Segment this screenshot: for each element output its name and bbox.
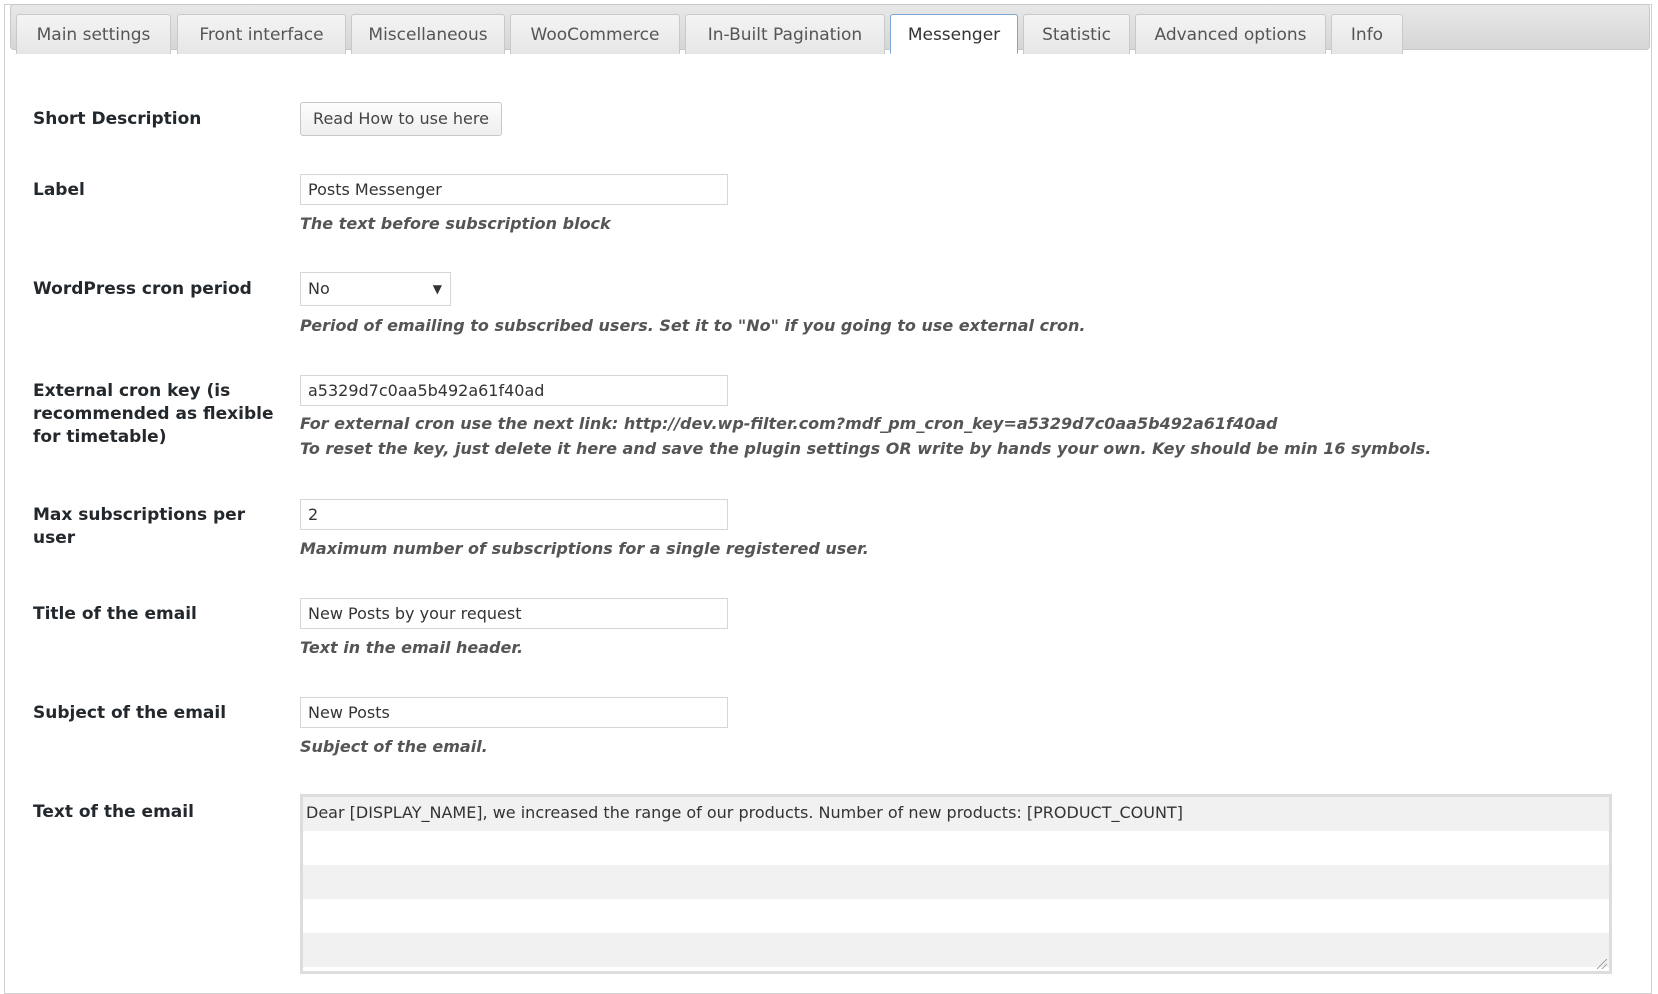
cron-period-value: No <box>308 279 330 298</box>
label-description: The text before subscription block <box>300 214 611 233</box>
tab-advanced-options[interactable]: Advanced options <box>1135 14 1326 54</box>
label-input[interactable]: Posts Messenger <box>300 174 728 205</box>
max-subscriptions-label: Max subscriptions per user <box>33 505 246 548</box>
max-subscriptions-description: Maximum number of subscriptions for a si… <box>300 539 869 558</box>
tab-in-built-pagination[interactable]: In-Built Pagination <box>685 14 885 54</box>
email-subject-description: Subject of the email. <box>300 737 488 756</box>
email-subject-label: Subject of the email <box>33 703 227 723</box>
cron-key-link-description: For external cron use the next link: htt… <box>300 414 1278 433</box>
tab-woocommerce[interactable]: WooCommerce <box>510 14 680 54</box>
label-field-label: Label <box>33 180 85 200</box>
tab-front-interface[interactable]: Front interface <box>177 14 346 54</box>
resize-handle-icon[interactable] <box>1597 959 1607 969</box>
email-text-label: Text of the email <box>33 802 194 822</box>
cron-key-label: External cron key (is recommended as fle… <box>33 381 274 447</box>
read-how-to-use-button[interactable]: Read How to use here <box>300 102 502 136</box>
email-text-editor[interactable]: Dear [DISPLAY_NAME], we increased the ra… <box>300 794 1612 974</box>
email-subject-input[interactable]: New Posts <box>300 697 728 728</box>
max-subscriptions-input[interactable]: 2 <box>300 499 728 530</box>
tab-info[interactable]: Info <box>1331 14 1403 54</box>
cron-key-reset-description: To reset the key, just delete it here an… <box>300 439 1432 458</box>
email-title-input[interactable]: New Posts by your request <box>300 598 728 629</box>
tab-messenger[interactable]: Messenger <box>890 14 1018 54</box>
email-title-label: Title of the email <box>33 604 197 624</box>
short-description-label: Short Description <box>33 109 202 129</box>
dropdown-arrow-icon: ▼ <box>432 282 442 296</box>
cron-period-description: Period of emailing to subscribed users. … <box>300 316 1086 335</box>
tab-bar: Main settings Front interface Miscellane… <box>10 4 1650 54</box>
tab-main-settings[interactable]: Main settings <box>16 14 171 54</box>
cron-period-label: WordPress cron period <box>33 279 252 299</box>
email-title-description: Text in the email header. <box>300 638 524 657</box>
email-text-content: Dear [DISPLAY_NAME], we increased the ra… <box>306 803 1183 822</box>
tab-miscellaneous[interactable]: Miscellaneous <box>351 14 505 54</box>
cron-key-input[interactable]: a5329d7c0aa5b492a61f40ad <box>300 375 728 406</box>
cron-period-select[interactable]: No ▼ <box>300 272 451 306</box>
tab-statistic[interactable]: Statistic <box>1023 14 1130 54</box>
